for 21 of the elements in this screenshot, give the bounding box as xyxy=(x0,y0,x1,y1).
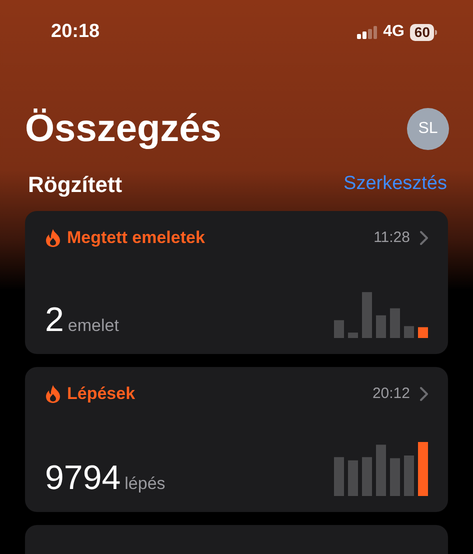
summary-card[interactable]: Lépések 20:12 9794 lépés xyxy=(25,367,448,512)
metric-unit: lépés xyxy=(124,472,166,494)
battery-indicator: 60 xyxy=(410,24,437,40)
summary-card[interactable]: Megtett emeletek 11:28 2 emelet xyxy=(25,211,448,354)
section-title: Rögzített xyxy=(28,171,122,199)
metric-unit: emelet xyxy=(68,314,119,336)
card-time: 20:12 xyxy=(372,384,410,404)
network-label: 4G xyxy=(383,22,404,42)
flame-icon xyxy=(45,384,61,403)
chevron-icon xyxy=(420,230,428,245)
page-title: Összegzés xyxy=(25,107,222,152)
flame-icon xyxy=(45,228,61,247)
card-time: 11:28 xyxy=(374,228,410,248)
metric-value: 9794 xyxy=(45,460,121,496)
signal-icon xyxy=(357,26,378,38)
status-time: 20:18 xyxy=(51,20,100,44)
chevron-icon xyxy=(420,386,428,401)
card-title: Lépések xyxy=(67,383,136,405)
card-title: Megtett emeletek xyxy=(67,227,205,249)
metric-value: 2 xyxy=(45,302,64,338)
summary-card[interactable] xyxy=(25,525,448,554)
